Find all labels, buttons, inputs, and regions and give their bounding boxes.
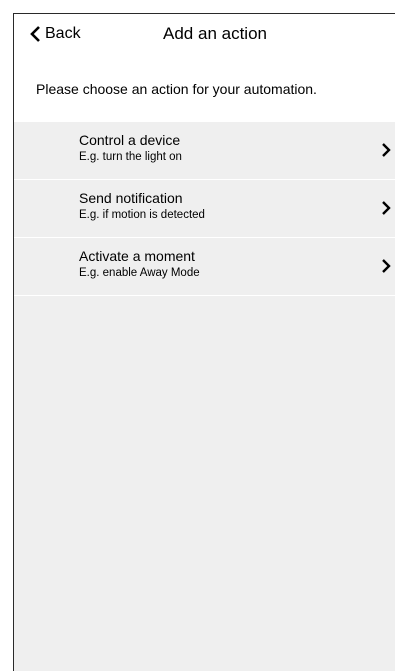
page-subtitle: Please choose an action for your automat…	[36, 81, 317, 97]
action-item-send-notification[interactable]: Send notification E.g. if motion is dete…	[14, 180, 395, 238]
action-item-activate-moment[interactable]: Activate a moment E.g. enable Away Mode	[14, 238, 395, 296]
chevron-right-icon	[382, 143, 391, 157]
action-item-control-device[interactable]: Control a device E.g. turn the light on	[14, 122, 395, 180]
action-item-description: E.g. turn the light on	[79, 151, 182, 163]
action-item-title: Control a device	[79, 132, 181, 148]
chevron-right-icon	[382, 259, 391, 273]
app-screen: Back Add an action Please choose an acti…	[13, 13, 395, 671]
chevron-right-icon	[382, 201, 391, 215]
header: Back Add an action Please choose an acti…	[14, 14, 395, 122]
page-title: Add an action	[163, 24, 267, 43]
action-item-title: Activate a moment	[79, 248, 195, 264]
action-list: Control a device E.g. turn the light on …	[14, 122, 395, 296]
action-item-description: E.g. if motion is detected	[79, 209, 205, 221]
action-item-title: Send notification	[79, 190, 183, 206]
action-item-description: E.g. enable Away Mode	[79, 267, 200, 279]
